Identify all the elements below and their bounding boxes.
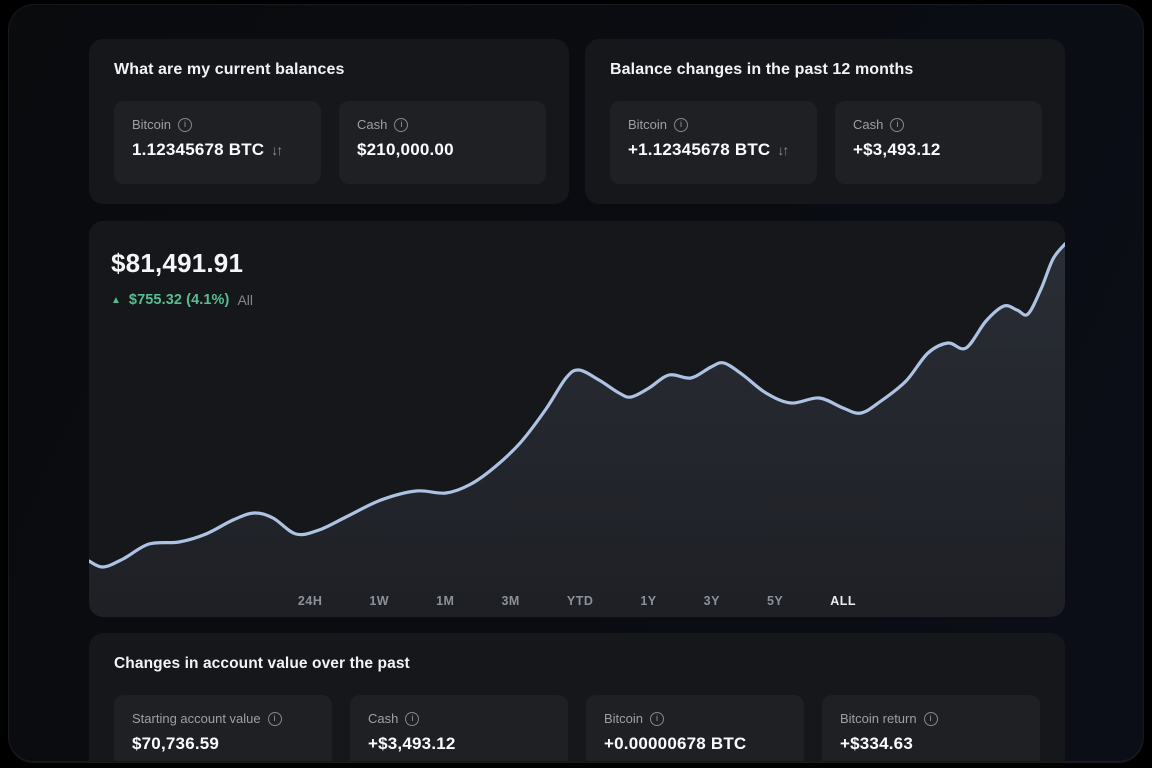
tile-label: Bitcoin: [628, 117, 667, 132]
balance-change-text: $755.32 (4.1%): [129, 292, 230, 308]
bitcoin-balance-tile: Bitcoin i 1.12345678 BTC ↓↑: [114, 101, 321, 184]
tile-value: +$3,493.12: [853, 140, 941, 160]
tile-label: Cash: [853, 117, 883, 132]
range-button-1m[interactable]: 1M: [436, 594, 454, 608]
range-button-5y[interactable]: 5Y: [767, 594, 783, 608]
range-button-24h[interactable]: 24H: [298, 594, 322, 608]
balance-changes-title: Balance changes in the past 12 months: [610, 61, 913, 79]
starting-value-tile: Starting account value i $70,736.59: [114, 695, 332, 762]
tile-label: Bitcoin: [132, 117, 171, 132]
info-icon[interactable]: i: [394, 118, 408, 132]
app-window: What are my current balances Bitcoin i 1…: [8, 4, 1144, 762]
portfolio-chart-card: $81,491.91 ▲ $755.32 (4.1%) All 24H 1W 1…: [89, 221, 1065, 617]
tile-value: +$3,493.12: [368, 734, 456, 754]
range-button-1w[interactable]: 1W: [369, 594, 389, 608]
info-icon-glyph: i: [930, 714, 932, 723]
info-icon[interactable]: i: [268, 712, 282, 726]
portfolio-balance: $81,491.91: [111, 248, 253, 279]
info-icon[interactable]: i: [674, 118, 688, 132]
tile-label: Starting account value: [132, 711, 261, 726]
info-icon-glyph: i: [656, 714, 658, 723]
sort-arrows-icon[interactable]: ↓↑: [777, 142, 787, 158]
current-balances-title: What are my current balances: [114, 61, 344, 79]
cash-change-tile-bottom: Cash i +$3,493.12: [350, 695, 568, 762]
tile-label: Bitcoin: [604, 711, 643, 726]
sort-arrows-icon[interactable]: ↓↑: [271, 142, 281, 158]
info-icon-glyph: i: [400, 120, 402, 129]
balance-block: $81,491.91 ▲ $755.32 (4.1%) All: [111, 248, 253, 308]
cash-balance-tile: Cash i $210,000.00: [339, 101, 546, 184]
tile-value: 1.12345678 BTC: [132, 140, 264, 160]
tile-value: +1.12345678 BTC: [628, 140, 770, 160]
bitcoin-return-tile: Bitcoin return i +$334.63: [822, 695, 1040, 762]
tile-value: $70,736.59: [132, 734, 219, 754]
balance-change-period: All: [237, 292, 253, 308]
balance-change-row: ▲ $755.32 (4.1%) All: [111, 292, 253, 308]
range-button-ytd[interactable]: YTD: [567, 594, 594, 608]
info-icon[interactable]: i: [650, 712, 664, 726]
balance-changes-card: Balance changes in the past 12 months Bi…: [585, 39, 1065, 204]
tile-value: $210,000.00: [357, 140, 454, 160]
info-icon-glyph: i: [411, 714, 413, 723]
range-button-1y[interactable]: 1Y: [640, 594, 656, 608]
current-balances-card: What are my current balances Bitcoin i 1…: [89, 39, 569, 204]
account-changes-title: Changes in account value over the past: [114, 655, 410, 673]
info-icon-glyph: i: [184, 120, 186, 129]
info-icon[interactable]: i: [924, 712, 938, 726]
range-button-3m[interactable]: 3M: [501, 594, 519, 608]
time-range-selector: 24H 1W 1M 3M YTD 1Y 3Y 5Y ALL: [89, 594, 1065, 608]
info-icon-glyph: i: [896, 120, 898, 129]
range-button-all[interactable]: ALL: [830, 594, 856, 608]
tile-label: Bitcoin return: [840, 711, 917, 726]
account-changes-tiles: Starting account value i $70,736.59 Cash…: [114, 695, 1040, 762]
change-up-icon: ▲: [111, 295, 121, 306]
cash-change-tile: Cash i +$3,493.12: [835, 101, 1042, 184]
info-icon-glyph: i: [274, 714, 276, 723]
bitcoin-change-tile-bottom: Bitcoin i +0.00000678 BTC: [586, 695, 804, 762]
info-icon[interactable]: i: [890, 118, 904, 132]
account-changes-card: Changes in account value over the past S…: [89, 633, 1065, 762]
range-button-3y[interactable]: 3Y: [704, 594, 720, 608]
bitcoin-change-tile: Bitcoin i +1.12345678 BTC ↓↑: [610, 101, 817, 184]
tile-value: +0.00000678 BTC: [604, 734, 746, 754]
info-icon-glyph: i: [680, 120, 682, 129]
tile-label: Cash: [357, 117, 387, 132]
info-icon[interactable]: i: [178, 118, 192, 132]
info-icon[interactable]: i: [405, 712, 419, 726]
tile-value: +$334.63: [840, 734, 913, 754]
current-balances-tiles: Bitcoin i 1.12345678 BTC ↓↑ Cash i $210,…: [114, 101, 546, 184]
tile-label: Cash: [368, 711, 398, 726]
balance-changes-tiles: Bitcoin i +1.12345678 BTC ↓↑ Cash i +$3,…: [610, 101, 1042, 184]
